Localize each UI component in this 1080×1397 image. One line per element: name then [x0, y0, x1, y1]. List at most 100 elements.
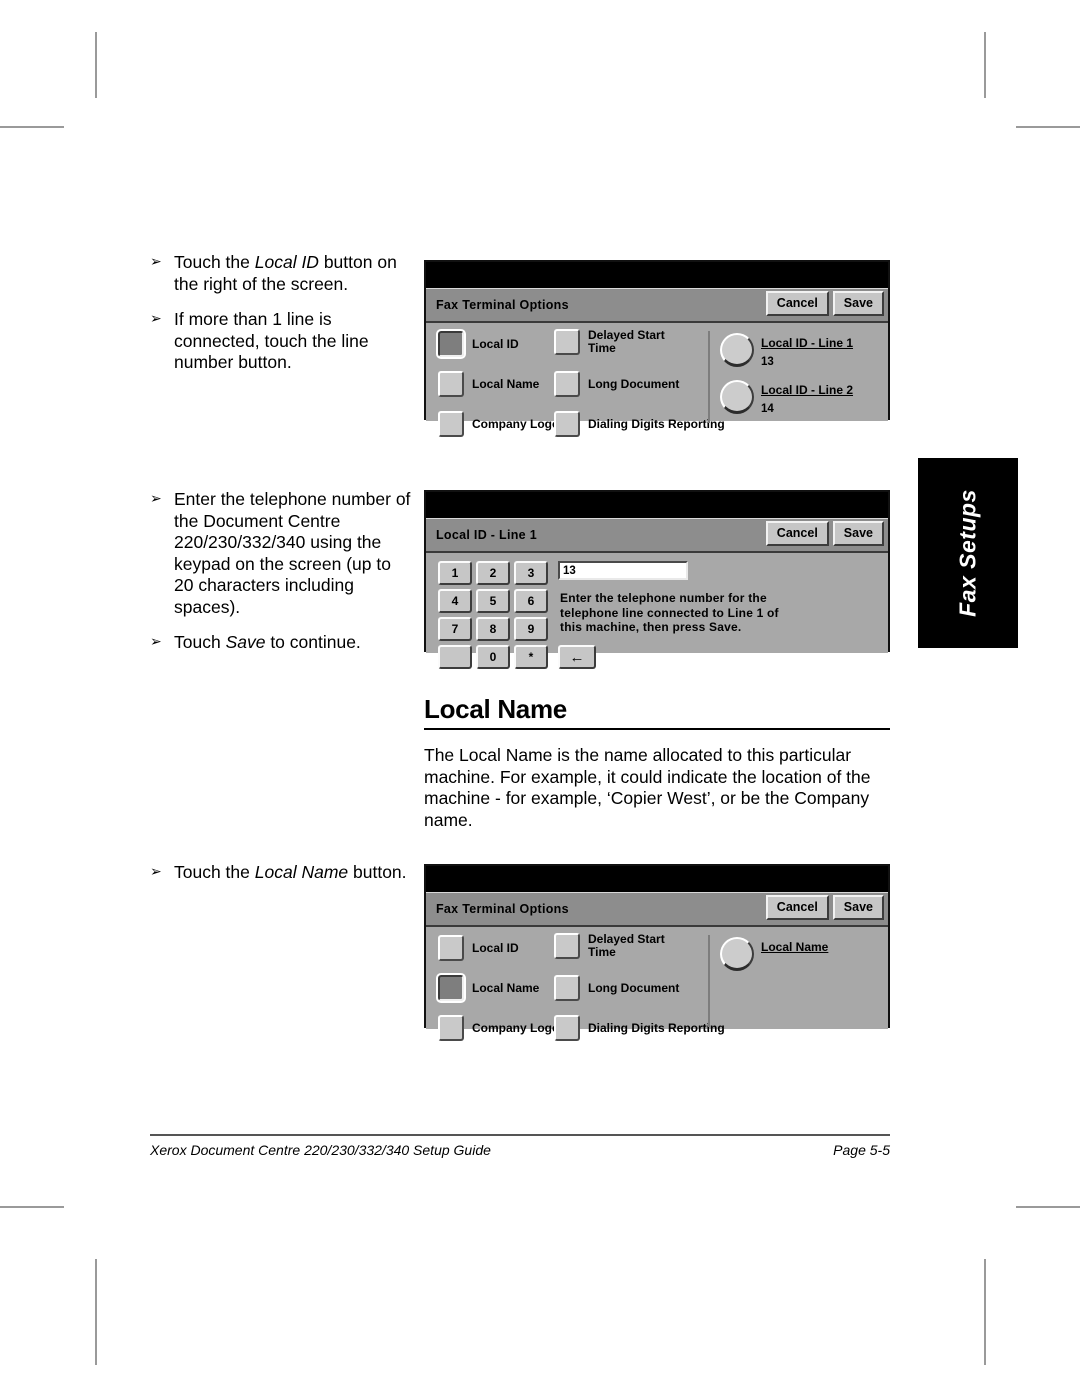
- numeric-keypad[interactable]: 1 2 3 4 5 6 7 8 9 0 *: [438, 561, 548, 669]
- list-item: If more than 1 line is connected, touch …: [150, 309, 412, 374]
- key-1[interactable]: 1: [438, 561, 472, 585]
- page-title: Local Name: [424, 694, 567, 724]
- line-button-local-id-line-1[interactable]: Local ID - Line 1 13: [720, 333, 853, 370]
- key-8[interactable]: 8: [476, 617, 510, 641]
- titlebar-buttons: Cancel Save: [765, 895, 884, 920]
- bullet-text-prefix: If more than 1 line is connected, touch …: [174, 309, 369, 372]
- list-item: Touch the Local Name button.: [150, 862, 412, 884]
- bullet-text-prefix: Enter the telephone number of the Docume…: [174, 489, 411, 617]
- radio-button-icon[interactable]: [720, 937, 754, 971]
- save-button[interactable]: Save: [832, 521, 884, 546]
- bullet-text-emphasis: Local ID: [254, 252, 319, 272]
- checkbox-local-name[interactable]: [438, 371, 464, 397]
- crop-mark-top-left-horizontal: [0, 126, 64, 128]
- checkbox-dialing-digits-reporting[interactable]: [554, 411, 580, 437]
- titlebar-buttons: Cancel Save: [765, 521, 884, 546]
- crop-mark-top-right-vertical: [984, 32, 986, 98]
- bullet-text-suffix: to continue.: [265, 632, 361, 652]
- heading-rule: [424, 728, 890, 730]
- checkbox-long-document[interactable]: [554, 371, 580, 397]
- telephone-number-input[interactable]: 13: [558, 561, 688, 580]
- key-4[interactable]: 4: [438, 589, 472, 613]
- checkbox-local-id[interactable]: [436, 329, 466, 359]
- option-label: Dialing Digits Reporting: [588, 416, 725, 431]
- key-3[interactable]: 3: [514, 561, 548, 585]
- crop-mark-top-right-horizontal: [1016, 126, 1080, 128]
- save-button[interactable]: Save: [832, 895, 884, 920]
- checkbox-delayed-start-time[interactable]: [554, 329, 580, 355]
- panel-divider: [708, 935, 710, 1027]
- screen-title: Local ID - Line 1: [436, 528, 537, 542]
- option-dialing-digits-reporting[interactable]: Dialing Digits Reporting: [554, 411, 725, 437]
- option-local-id[interactable]: Local ID: [438, 935, 519, 961]
- screen-title: Fax Terminal Options: [436, 902, 569, 916]
- key-asterisk[interactable]: *: [514, 645, 548, 669]
- line-button-value: 14: [761, 403, 774, 415]
- key-7[interactable]: 7: [438, 617, 472, 641]
- line-button-text: Local ID - Line 2 14: [761, 381, 853, 417]
- backspace-button[interactable]: ←: [558, 645, 596, 669]
- option-label: Delayed Start Time: [588, 328, 665, 355]
- option-label: Local ID: [472, 336, 519, 351]
- titlebar-buttons: Cancel Save: [765, 291, 884, 316]
- option-long-document[interactable]: Long Document: [554, 371, 679, 397]
- option-label: Delayed Start Time: [588, 932, 665, 959]
- checkbox-dialing-digits-reporting[interactable]: [554, 1015, 580, 1041]
- option-company-logo[interactable]: Company Logo: [438, 1015, 559, 1041]
- instruction-text: Enter the telephone number for the telep…: [560, 591, 779, 634]
- option-long-document[interactable]: Long Document: [554, 975, 679, 1001]
- list-item: Touch the Local ID button on the right o…: [150, 252, 412, 295]
- option-local-id[interactable]: Local ID: [436, 329, 519, 359]
- instruction-list-1: Touch the Local ID button on the right o…: [150, 252, 412, 388]
- checkbox-delayed-start-time[interactable]: [554, 933, 580, 959]
- screenshot-fax-terminal-options-1: Fax Terminal Options Cancel Save Local I…: [424, 260, 890, 437]
- key-6[interactable]: 6: [514, 589, 548, 613]
- save-button[interactable]: Save: [832, 291, 884, 316]
- key-0[interactable]: 0: [476, 645, 510, 669]
- screen-top-black-bar: [426, 262, 888, 288]
- checkbox-company-logo[interactable]: [438, 1015, 464, 1041]
- option-company-logo[interactable]: Company Logo: [438, 411, 559, 437]
- option-dialing-digits-reporting[interactable]: Dialing Digits Reporting: [554, 1015, 725, 1041]
- line-button-title: Local ID - Line 2: [761, 383, 854, 397]
- option-label: Company Logo: [472, 416, 560, 431]
- screen-title: Fax Terminal Options: [436, 298, 569, 312]
- key-9[interactable]: 9: [514, 617, 548, 641]
- key-2[interactable]: 2: [476, 561, 510, 585]
- cancel-button[interactable]: Cancel: [765, 895, 829, 920]
- footer-document-title: Xerox Document Centre 220/230/332/340 Se…: [150, 1142, 491, 1158]
- option-label: Local ID: [472, 940, 519, 955]
- screen-top-black-bar: [426, 866, 888, 892]
- cancel-button[interactable]: Cancel: [765, 291, 829, 316]
- bullet-text-emphasis: Local Name: [254, 862, 349, 882]
- option-label: Local Name: [472, 980, 540, 995]
- bullet-text-suffix: button.: [348, 862, 407, 882]
- cancel-button[interactable]: Cancel: [765, 521, 829, 546]
- list-item: Touch Save to continue.: [150, 632, 412, 654]
- line-button-local-id-line-2[interactable]: Local ID - Line 2 14: [720, 380, 853, 417]
- key-blank[interactable]: [438, 645, 472, 669]
- bullet-text-prefix: Touch: [174, 632, 226, 652]
- radio-button-icon[interactable]: [720, 333, 754, 367]
- option-local-name[interactable]: Local Name: [436, 973, 540, 1003]
- list-item: Enter the telephone number of the Docume…: [150, 489, 412, 618]
- line-button-title: Local ID - Line 1: [761, 336, 854, 350]
- key-5[interactable]: 5: [476, 589, 510, 613]
- option-delayed-start-time[interactable]: Delayed Start Time: [554, 329, 665, 355]
- bullet-text-emphasis: Save: [225, 632, 266, 652]
- option-label: Local Name: [472, 376, 540, 391]
- screen-top-black-bar: [426, 492, 888, 518]
- checkbox-local-name[interactable]: [436, 973, 466, 1003]
- checkbox-long-document[interactable]: [554, 975, 580, 1001]
- line-button-local-name[interactable]: Local Name: [720, 937, 828, 971]
- screenshot-local-id-line-1: Local ID - Line 1 Cancel Save 1 2 3 4 5 …: [424, 490, 890, 669]
- crop-mark-top-left-vertical: [95, 32, 97, 98]
- option-delayed-start-time[interactable]: Delayed Start Time: [554, 933, 665, 959]
- screenshot-fax-terminal-options-2: Fax Terminal Options Cancel Save Local I…: [424, 864, 890, 1041]
- checkbox-local-id[interactable]: [438, 935, 464, 961]
- line-button-title: Local Name: [761, 940, 829, 954]
- radio-button-icon[interactable]: [720, 380, 754, 414]
- option-local-name[interactable]: Local Name: [438, 371, 539, 397]
- screen-body: Local ID Local Name Company Logo Delayed…: [426, 323, 888, 437]
- checkbox-company-logo[interactable]: [438, 411, 464, 437]
